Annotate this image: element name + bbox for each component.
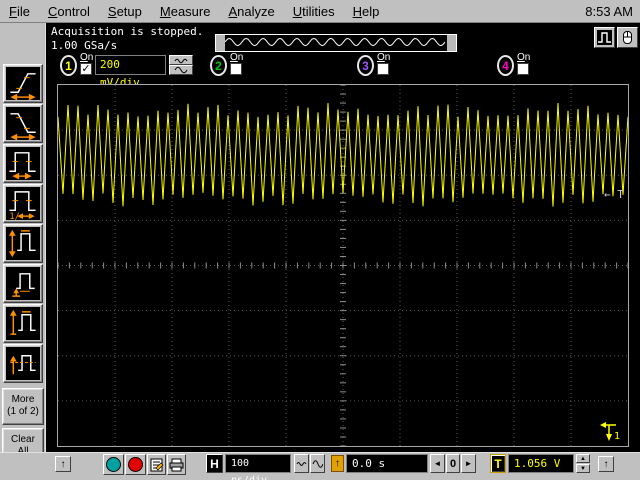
more-label: More <box>12 394 35 405</box>
up-arrow-icon: ↑ <box>61 459 66 470</box>
channel-2-on-label: On <box>230 52 243 63</box>
menu-help[interactable]: Help <box>344 4 389 19</box>
up-triangle-icon: ▲ <box>580 456 586 462</box>
spin-up-button[interactable]: ▲ <box>576 454 590 463</box>
waveform-display[interactable]: ← T 1 <box>57 84 629 447</box>
delay-display: 0.0 s <box>346 454 428 473</box>
pulse-threshold-icon <box>6 347 40 380</box>
trigger-level-spinner: ▲ ▼ <box>576 454 590 473</box>
right-arrow-icon: ► <box>465 459 473 468</box>
scale-increase-button[interactable] <box>169 65 193 75</box>
more-button[interactable]: More(1 of 2) <box>2 388 44 425</box>
scale-decrease-button[interactable] <box>169 55 193 65</box>
channel-1-badge[interactable]: 1 <box>60 55 77 76</box>
printer-icon <box>169 458 184 472</box>
graticule-and-trace <box>58 85 628 446</box>
waveform-preview-bar[interactable] <box>215 34 457 52</box>
trigger-edge-falling-button[interactable] <box>3 104 43 143</box>
pulse-tall-arrow-icon <box>6 307 40 340</box>
channel-1-ground-marker[interactable]: 1 <box>598 421 622 448</box>
channel-2-badge[interactable]: 2 <box>210 55 227 76</box>
sample-rate: 1.00 GSa/s <box>51 39 117 52</box>
checkmark: ✓ <box>81 63 90 75</box>
down-triangle-icon: ▼ <box>580 466 586 472</box>
small-sine-icon <box>296 460 307 468</box>
channel-2-on-checkbox[interactable]: ✓ <box>230 63 242 75</box>
channel-1-on-checkbox[interactable]: ✓ <box>80 63 92 75</box>
edge-falling-icon <box>6 107 40 140</box>
menu-measure[interactable]: Measure <box>151 4 220 19</box>
more-page: (1 of 2) <box>7 406 39 417</box>
delay-zero-button[interactable]: 0 <box>446 454 460 473</box>
channel-4-badge[interactable]: 4 <box>497 55 514 76</box>
preview-wave <box>225 35 447 51</box>
trigger-sidebar: 1/ More(1 of 2) ClearAll <box>0 23 46 480</box>
preview-left-cap[interactable] <box>216 35 225 51</box>
acquisition-status: Acquisition is stopped.1.00 GSa/s <box>51 25 203 53</box>
preview-right-cap[interactable] <box>447 35 456 51</box>
channel-4-on-label: On <box>517 52 530 63</box>
menu-file[interactable]: File <box>0 4 39 19</box>
trigger-pulse-tall-arrow-button[interactable] <box>3 304 43 343</box>
menu-setup[interactable]: Setup <box>99 4 151 19</box>
large-sine-icon <box>312 459 323 469</box>
up-arrow-icon: ↑ <box>604 459 609 470</box>
trigger-pulse-low-button[interactable] <box>3 264 43 303</box>
trigger-pulse-amplitude-button[interactable] <box>3 224 43 263</box>
delay-right-button[interactable]: ► <box>461 454 476 473</box>
pulse-low-icon <box>6 267 40 300</box>
trigger-position-icon[interactable]: ↑ <box>331 455 344 472</box>
trigger-button[interactable]: T <box>490 454 506 473</box>
notes-button[interactable] <box>147 454 166 475</box>
delay-left-button[interactable]: ◄ <box>430 454 445 473</box>
notepad-icon <box>150 458 164 472</box>
edge-rising-icon <box>6 67 40 100</box>
channel-1-scale[interactable]: 200 mV/div <box>95 55 166 75</box>
trigger-level-marker[interactable]: ← T <box>604 188 624 201</box>
timebase-display: 100 ns/div <box>225 454 291 473</box>
scroll-up-right-button[interactable]: ↑ <box>598 456 614 472</box>
pulse-icon <box>597 30 612 45</box>
channel-1-on-label: On <box>80 52 93 63</box>
menu-control[interactable]: Control <box>39 4 99 19</box>
trigger-glitch-button[interactable]: 1/ <box>3 184 43 223</box>
horizontal-button[interactable]: H <box>206 454 223 473</box>
clear-label: Clear <box>11 434 35 445</box>
pulse-width-icon <box>6 147 40 180</box>
channel-4-on-checkbox[interactable]: ✓ <box>517 63 529 75</box>
pulse-amplitude-icon <box>6 227 40 260</box>
mouse-icon <box>620 30 635 45</box>
clock: 8:53 AM <box>585 4 640 19</box>
trigger-pulse-threshold-button[interactable] <box>3 344 43 383</box>
trigger-edge-rising-button[interactable] <box>3 64 43 103</box>
oscilloscope-app: File Control Setup Measure Analyze Utili… <box>0 0 640 480</box>
stop-icon <box>128 457 143 472</box>
glitch-icon: 1/ <box>6 187 40 220</box>
menu-bar: File Control Setup Measure Analyze Utili… <box>0 0 640 23</box>
print-button[interactable] <box>167 454 186 475</box>
pulse-display-mode-button[interactable] <box>594 27 615 48</box>
channel-3-badge[interactable]: 3 <box>357 55 374 76</box>
timebase-decrease-button[interactable] <box>294 454 309 473</box>
mouse-mode-button[interactable] <box>617 27 638 48</box>
menu-analyze[interactable]: Analyze <box>219 4 283 19</box>
channel-3-on-checkbox[interactable]: ✓ <box>377 63 389 75</box>
trigger-pulse-width-button[interactable] <box>3 144 43 183</box>
marker-channel-number: 1 <box>614 431 620 442</box>
channel-3-on-label: On <box>377 52 390 63</box>
run-button[interactable] <box>103 454 124 475</box>
menu-utilities[interactable]: Utilities <box>284 4 344 19</box>
trigger-level-display: 1.056 V <box>508 454 574 473</box>
status-line1: Acquisition is stopped. <box>51 25 203 38</box>
vertical-scale-buttons <box>169 55 193 76</box>
spin-down-button[interactable]: ▼ <box>576 464 590 473</box>
stop-button[interactable] <box>125 454 146 475</box>
left-arrow-icon: ◄ <box>434 459 442 468</box>
scroll-up-left-button[interactable]: ↑ <box>55 456 71 472</box>
run-icon <box>106 457 121 472</box>
timebase-increase-button[interactable] <box>310 454 325 473</box>
